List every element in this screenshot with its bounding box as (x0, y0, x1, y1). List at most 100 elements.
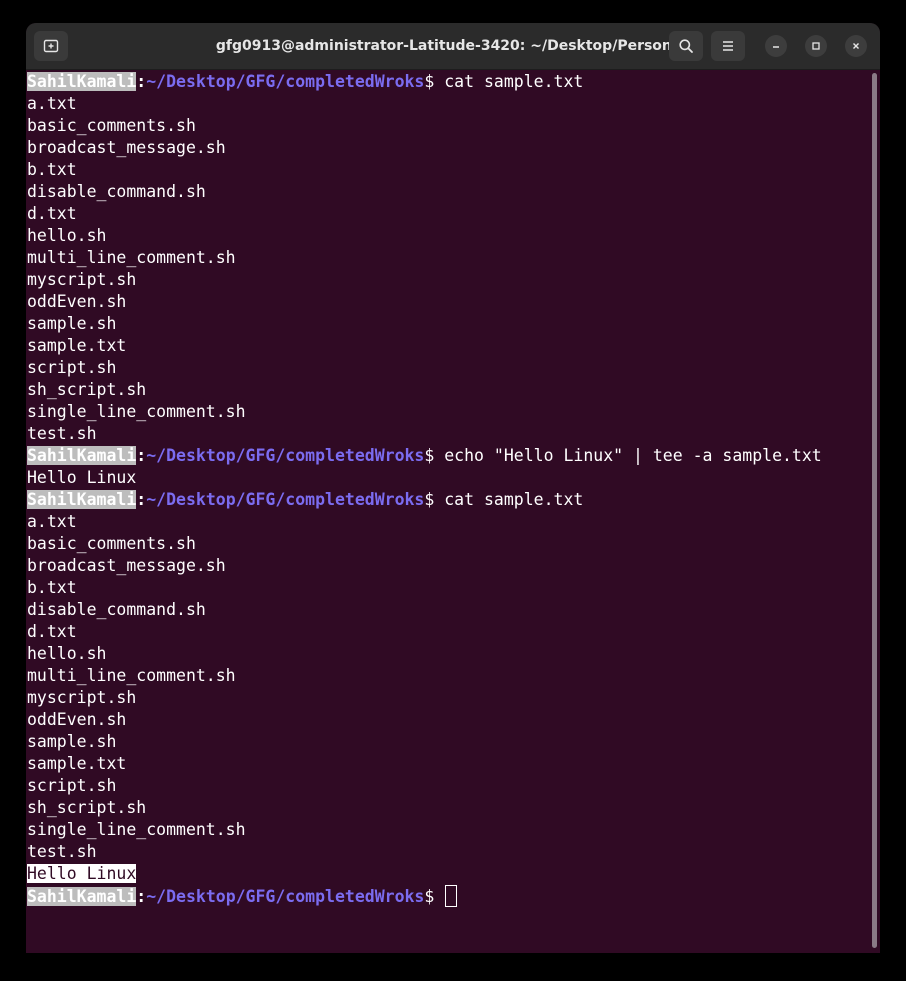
prompt-user: SahilKamali (27, 490, 137, 509)
prompt-line: SahilKamali:~/Desktop/GFG/completedWroks… (27, 445, 867, 467)
new-tab-button[interactable] (34, 31, 68, 61)
output-text: test.sh (27, 424, 97, 443)
output-text: basic_comments.sh (27, 534, 196, 553)
prompt-path: ~/Desktop/GFG/completedWroks (146, 72, 425, 91)
prompt-user: SahilKamali (27, 887, 137, 906)
output-line: test.sh (27, 841, 867, 863)
output-line: disable_command.sh (27, 599, 867, 621)
output-text: oddEven.sh (27, 710, 127, 729)
output-line: multi_line_comment.sh (27, 665, 867, 687)
output-text: sample.txt (27, 754, 127, 773)
output-line: Hello Linux (27, 467, 867, 489)
close-button[interactable] (845, 35, 867, 57)
prompt-path: ~/Desktop/GFG/completedWroks (146, 446, 425, 465)
output-line: oddEven.sh (27, 291, 867, 313)
output-line: a.txt (27, 93, 867, 115)
window-title: gfg0913@administrator-Latitude-3420: ~/D… (215, 38, 687, 54)
output-line: single_line_comment.sh (27, 819, 867, 841)
output-text: broadcast_message.sh (27, 556, 226, 575)
output-text: hello.sh (27, 226, 107, 245)
output-text: basic_comments.sh (27, 116, 196, 135)
output-line: sample.txt (27, 753, 867, 775)
prompt-symbol: $ (424, 490, 435, 509)
output-text: myscript.sh (27, 270, 137, 289)
command-text: cat sample.txt (434, 490, 584, 509)
output-line: test.sh (27, 423, 867, 445)
maximize-button[interactable] (805, 35, 827, 57)
selected-output-text: Hello Linux (27, 864, 137, 883)
close-icon (853, 43, 859, 49)
output-text: myscript.sh (27, 688, 137, 707)
output-line: hello.sh (27, 643, 867, 665)
prompt-path: ~/Desktop/GFG/completedWroks (146, 490, 425, 509)
output-text: script.sh (27, 358, 117, 377)
output-text: broadcast_message.sh (27, 138, 226, 157)
output-text: b.txt (27, 578, 77, 597)
prompt-path: ~/Desktop/GFG/completedWroks (146, 887, 425, 906)
search-icon (679, 39, 693, 53)
command-text: cat sample.txt (434, 72, 584, 91)
output-line: broadcast_message.sh (27, 137, 867, 159)
command-text: echo "Hello Linux" | tee -a sample.txt (434, 446, 822, 465)
output-text: sample.txt (27, 336, 127, 355)
output-text: sample.sh (27, 732, 117, 751)
maximize-icon (812, 42, 820, 50)
search-button[interactable] (669, 31, 703, 61)
output-text: script.sh (27, 776, 117, 795)
output-text: hello.sh (27, 644, 107, 663)
output-line: single_line_comment.sh (27, 401, 867, 423)
prompt-line: SahilKamali:~/Desktop/GFG/completedWroks… (27, 489, 867, 511)
output-text: disable_command.sh (27, 182, 206, 201)
output-text: d.txt (27, 622, 77, 641)
output-line: multi_line_comment.sh (27, 247, 867, 269)
output-text: b.txt (27, 160, 77, 179)
output-line: sample.sh (27, 313, 867, 335)
terminal-output[interactable]: SahilKamali:~/Desktop/GFG/completedWroks… (27, 71, 867, 951)
output-line: d.txt (27, 203, 867, 225)
vertical-scrollbar[interactable] (872, 73, 877, 948)
prompt-symbol: $ (424, 887, 435, 906)
output-line: hello.sh (27, 225, 867, 247)
terminal-window: gfg0913@administrator-Latitude-3420: ~/D… (26, 23, 880, 953)
output-text: a.txt (27, 94, 77, 113)
output-text: disable_command.sh (27, 600, 206, 619)
output-text: multi_line_comment.sh (27, 666, 236, 685)
prompt-user: SahilKamali (27, 446, 137, 465)
output-line: script.sh (27, 357, 867, 379)
output-line: sample.sh (27, 731, 867, 753)
output-line: sh_script.sh (27, 797, 867, 819)
output-text: sh_script.sh (27, 380, 147, 399)
title-bar[interactable]: gfg0913@administrator-Latitude-3420: ~/D… (26, 23, 880, 70)
prompt-colon: : (136, 490, 147, 509)
output-text: single_line_comment.sh (27, 820, 246, 839)
prompt-symbol: $ (424, 446, 435, 465)
output-text: oddEven.sh (27, 292, 127, 311)
output-line: a.txt (27, 511, 867, 533)
prompt-line: SahilKamali:~/Desktop/GFG/completedWroks… (27, 71, 867, 93)
output-line: sample.txt (27, 335, 867, 357)
prompt-user: SahilKamali (27, 72, 137, 91)
output-line: d.txt (27, 621, 867, 643)
hamburger-menu-icon (723, 41, 733, 51)
output-line: sh_script.sh (27, 379, 867, 401)
output-text: a.txt (27, 512, 77, 531)
output-line: b.txt (27, 577, 867, 599)
minimize-button[interactable] (765, 35, 787, 57)
minimize-icon (773, 46, 779, 48)
command-text (434, 887, 444, 906)
prompt-symbol: $ (424, 72, 435, 91)
text-cursor[interactable] (445, 885, 458, 907)
output-line: myscript.sh (27, 687, 867, 709)
prompt-colon: : (136, 887, 147, 906)
menu-button[interactable] (711, 31, 745, 61)
output-line: b.txt (27, 159, 867, 181)
output-text: sample.sh (27, 314, 117, 333)
prompt-colon: : (136, 446, 147, 465)
output-text: single_line_comment.sh (27, 402, 246, 421)
output-text: sh_script.sh (27, 798, 147, 817)
new-tab-icon (43, 39, 59, 53)
output-line: broadcast_message.sh (27, 555, 867, 577)
output-line: oddEven.sh (27, 709, 867, 731)
output-line: disable_command.sh (27, 181, 867, 203)
output-line: script.sh (27, 775, 867, 797)
